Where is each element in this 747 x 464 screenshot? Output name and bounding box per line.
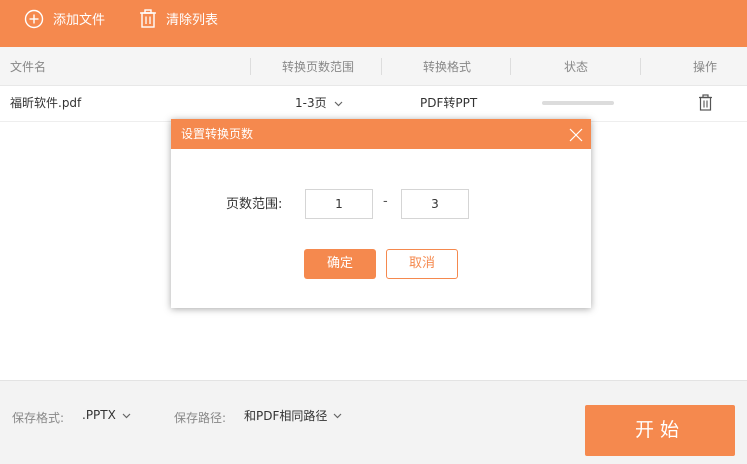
dialog-title: 设置转换页数 [181,127,254,141]
close-icon[interactable] [569,127,583,142]
page-range-value: 1-3页 [295,96,327,110]
page-range-dropdown[interactable]: 1-3页 [295,86,343,120]
table-header: 文件名 转换页数范围 转换格式 状态 操作 [0,47,747,86]
file-name: 福昕软件.pdf [10,96,82,110]
add-file-label: 添加文件 [53,13,106,28]
trash-icon [698,94,713,115]
delete-row-button[interactable] [698,94,713,115]
dialog-header: 设置转换页数 [171,119,591,149]
header-page-range: 转换页数范围 [282,60,355,74]
table-row[interactable]: 福昕软件.pdf 1-3页 PDF转PPT [0,86,747,122]
header-divider [250,58,251,75]
header-status: 状态 [564,60,589,74]
save-format-value: .PPTX [82,408,116,422]
page-range-label: 页数范围: [226,197,283,212]
header-action: 操作 [693,60,718,74]
output-format: PDF转PPT [420,96,478,110]
save-path-select[interactable]: 和PDF相同路径 [244,405,342,425]
range-to-input[interactable]: 3 [401,189,469,219]
save-path-label: 保存路径: [174,411,227,425]
start-button[interactable]: 开始 [585,405,735,456]
save-format-select[interactable]: .PPTX [82,405,131,425]
header-divider [640,58,641,75]
header-divider [381,58,382,75]
add-file-button[interactable]: 添加文件 [24,0,105,37]
header-divider [510,58,511,75]
chevron-down-icon [334,86,343,120]
page-range-dialog: 设置转换页数 页数范围: 1 - 3 确定 取消 [171,119,591,308]
chevron-down-icon [333,408,342,422]
cancel-button[interactable]: 取消 [386,249,458,279]
confirm-button[interactable]: 确定 [304,249,376,279]
range-separator: - [383,194,388,209]
plus-circle-icon [24,9,44,29]
clear-list-label: 清除列表 [166,13,219,28]
clear-list-button[interactable]: 清除列表 [139,0,218,37]
footer-bar: 保存格式: .PPTX 保存路径: 和PDF相同路径 开始 [0,380,747,464]
header-format: 转换格式 [423,60,472,74]
save-format-label: 保存格式: [12,411,65,425]
progress-bar [542,101,614,105]
header-filename: 文件名 [10,60,47,74]
toolbar: 添加文件 清除列表 [0,0,747,47]
range-from-input[interactable]: 1 [305,189,373,219]
chevron-down-icon [122,408,131,422]
save-path-value: 和PDF相同路径 [244,408,328,423]
trash-icon [139,8,157,29]
